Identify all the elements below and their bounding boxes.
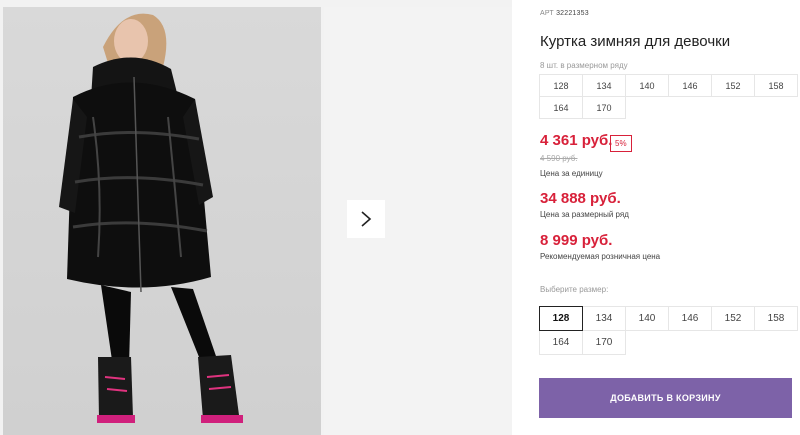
gallery-next-button[interactable] [347,200,385,238]
size-option[interactable]: 158 [754,306,798,331]
size-option[interactable]: 140 [625,306,669,331]
pack-size-cell: 140 [625,74,669,97]
retail-price-caption: Рекомендуемая розничная цена [540,252,661,261]
size-selector: 128 134 140 146 152 158 164 170 [539,306,799,355]
pack-size-cell: 158 [754,74,798,97]
size-option[interactable]: 170 [582,330,626,355]
add-to-cart-button[interactable]: ДОБАВИТЬ В КОРЗИНУ [539,378,792,418]
size-option[interactable]: 152 [711,306,755,331]
pack-size-grid: 128 134 140 146 152 158 164 170 [539,74,799,119]
discount-badge: 5% [610,135,632,152]
pack-size-cell: 152 [711,74,755,97]
product-title: Куртка зимняя для девочки [540,33,731,50]
size-option[interactable]: 164 [539,330,583,355]
chevron-right-icon [361,211,372,227]
unit-price-caption: Цена за единицу [540,169,603,178]
pack-size-cell: 164 [539,96,583,119]
product-details: АРТ 32221353 Куртка зимняя для девочки 8… [512,0,800,435]
size-option[interactable]: 134 [582,306,626,331]
article-value: 32221353 [556,10,589,17]
pack-price-caption: Цена за размерный ряд [540,210,629,219]
pack-price: 34 888 руб. [540,190,621,207]
pack-size-cell: 146 [668,74,712,97]
unit-price: 4 361 руб. [540,132,613,149]
girl-in-black-jacket-image [59,13,243,423]
product-gallery [0,0,512,435]
size-option-selected[interactable]: 128 [539,306,583,331]
old-price: 4 590 руб. [540,154,578,163]
pack-size-cell: 170 [582,96,626,119]
size-option[interactable]: 146 [668,306,712,331]
product-photo[interactable] [3,7,321,435]
pack-size-cell: 134 [582,74,626,97]
article-prefix: АРТ [540,10,554,17]
pack-note: 8 шт. в размерном ряду [540,61,628,70]
retail-price: 8 999 руб. [540,232,613,249]
pack-size-cell: 128 [539,74,583,97]
size-select-label: Выберите размер: [540,285,609,294]
article-number: АРТ 32221353 [540,10,589,17]
